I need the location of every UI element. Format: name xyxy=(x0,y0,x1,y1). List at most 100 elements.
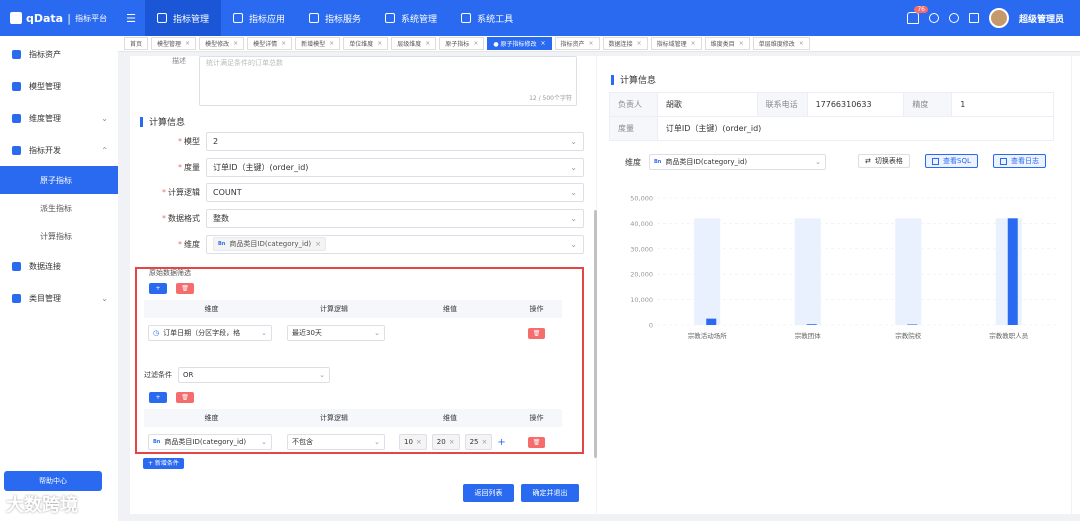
sidebar-item-datasource[interactable]: 数据连接 xyxy=(0,250,118,282)
search-icon[interactable] xyxy=(948,13,959,23)
close-icon[interactable]: × xyxy=(425,40,430,47)
tab[interactable]: 单层维度修改 × xyxy=(752,37,810,50)
op-select[interactable]: OR ⌄ xyxy=(178,367,330,383)
close-icon[interactable]: × xyxy=(541,40,546,47)
tab-label: 模型详情 xyxy=(253,41,278,48)
y-tick-label: 50,000 xyxy=(630,195,653,203)
sidebar-item-category[interactable]: 类目管理 ⌄ xyxy=(0,282,118,314)
tab[interactable]: 维度类目 × xyxy=(704,37,750,50)
close-icon[interactable]: × xyxy=(233,40,238,47)
menu-toggle-icon[interactable]: ☰ xyxy=(117,12,145,25)
tab[interactable]: 模型管理 × xyxy=(151,37,197,50)
switch-table-button[interactable]: ⇄ 切换表格 xyxy=(858,154,910,168)
help-center-button[interactable]: 帮助中心 xyxy=(4,471,102,491)
topnav-system-mgmt[interactable]: 系统管理 xyxy=(373,0,449,36)
y-tick-label: 10,000 xyxy=(630,296,653,304)
tab-label: 原子指标 xyxy=(445,41,470,48)
chevron-down-icon: ⌄ xyxy=(570,136,577,146)
desc-label: 描述 xyxy=(172,57,186,65)
chevron-down-icon: ⌄ xyxy=(101,113,108,123)
topnav-indicator-mgmt[interactable]: 指标管理 xyxy=(145,0,222,36)
add-group-button-2[interactable]: + xyxy=(149,392,167,403)
topnav-indicator-app[interactable]: 指标应用 xyxy=(221,0,297,36)
tab[interactable]: 指标域管理 × xyxy=(650,37,702,50)
topnav-label: 系统工具 xyxy=(477,14,514,25)
view-log-button[interactable]: 查看日志 xyxy=(993,154,1046,168)
close-icon[interactable]: × xyxy=(799,40,804,47)
row-logic-select[interactable]: 最近30天 ⌄ xyxy=(287,325,385,341)
tab[interactable]: 模型详情 × xyxy=(247,37,293,50)
username[interactable]: 超级管理员 xyxy=(1019,12,1064,25)
chevron-down-icon: ⌄ xyxy=(570,213,577,223)
close-icon[interactable]: × xyxy=(185,40,190,47)
row-dimension-select[interactable]: ◷ 订单日期（分区字段，格 ⌄ xyxy=(148,325,272,341)
tab[interactable]: 首页 xyxy=(124,37,149,50)
close-icon[interactable]: × xyxy=(691,40,696,47)
fullscreen-icon[interactable] xyxy=(968,13,979,23)
chevron-down-icon: ⌄ xyxy=(570,162,577,172)
logo[interactable]: qData | 指标平台 xyxy=(0,12,117,25)
tab[interactable]: ● 原子指标修改 × xyxy=(487,37,552,50)
topnav-system-tools[interactable]: 系统工具 xyxy=(449,0,525,36)
confirm-exit-button[interactable]: 确定并退出 xyxy=(521,484,579,502)
view-sql-button[interactable]: 查看SQL xyxy=(925,154,978,168)
desc-textarea[interactable]: 统计满足条件的订单总数 12 / 500个字符 xyxy=(199,56,577,106)
close-icon[interactable]: × xyxy=(589,40,594,47)
topnav-indicator-service[interactable]: 指标服务 xyxy=(297,0,373,36)
tab-label: ● 原子指标修改 xyxy=(493,41,537,48)
sidebar-subitem-computed[interactable]: 计算指标 xyxy=(0,222,118,250)
avatar[interactable] xyxy=(988,8,1009,28)
dimension-select[interactable]: Bn 商品类目ID(category_id) × ⌄ xyxy=(206,234,584,254)
tab[interactable]: 数据连接 × xyxy=(602,37,648,50)
raw-data-filter-box: 原始数据筛选 + 🗑 维度 计算逻辑 维值 操作 ◷ 订单日期（分区字段，格 ⌄ 最… xyxy=(135,267,584,454)
page-scrollbar[interactable] xyxy=(1072,56,1080,514)
info-value: 胡歌 xyxy=(657,93,758,117)
close-icon[interactable]: × xyxy=(281,40,286,47)
tab[interactable]: 原子指标 × xyxy=(439,37,485,50)
tab[interactable]: 层级维度 × xyxy=(391,37,437,50)
close-icon[interactable]: × xyxy=(739,40,744,47)
delete-row-button[interactable]: 🗑 xyxy=(528,327,545,339)
row-dimension-select[interactable]: Bn 商品类目ID(category_id) ⌄ xyxy=(148,434,272,450)
field-dimension: * 维度 Bn 商品类目ID(category_id) × ⌄ xyxy=(130,234,596,254)
back-to-list-button[interactable]: 返回列表 xyxy=(463,484,514,502)
delete-group-button-2[interactable]: 🗑 xyxy=(176,392,194,403)
tabs-bar: 首页 模型管理 × 模型修改 × 模型详情 × 新增模型 × 单位维度 × 层级维度 × 原子指标 × ● 原… xyxy=(118,36,1080,52)
tab[interactable]: 单位维度 × xyxy=(343,37,389,50)
close-icon[interactable]: × xyxy=(329,40,334,47)
format-select[interactable]: 整数 ⌄ xyxy=(206,208,584,228)
field-model: * 模型 2 ⌄ xyxy=(130,131,596,151)
close-icon[interactable]: × xyxy=(416,438,422,446)
tab-label: 层级维度 xyxy=(397,41,422,48)
close-icon[interactable]: × xyxy=(482,438,488,446)
tab[interactable]: 模型修改 × xyxy=(199,37,245,50)
close-icon[interactable]: × xyxy=(315,240,321,248)
add-group-button[interactable]: + xyxy=(149,283,167,294)
tab[interactable]: 指标资产 × xyxy=(554,37,600,50)
delete-row-button[interactable]: 🗑 xyxy=(528,436,545,448)
tab[interactable]: 新增模型 × xyxy=(295,37,341,50)
sidebar-item-dimension[interactable]: 维度管理 ⌄ xyxy=(0,102,118,134)
model-select[interactable]: 2 ⌄ xyxy=(206,131,584,151)
delete-group-button[interactable]: 🗑 xyxy=(176,283,194,294)
sidebar-item-model[interactable]: 模型管理 xyxy=(0,70,118,102)
close-icon[interactable]: × xyxy=(377,40,382,47)
filter-op-row: 过滤条件 OR ⌄ xyxy=(144,367,330,383)
add-value-icon[interactable]: + xyxy=(497,437,505,448)
sidebar-item-assets[interactable]: 指标资产 xyxy=(0,38,118,70)
sidebar-item-dev[interactable]: 指标开发 ⌃ xyxy=(0,134,118,166)
close-icon[interactable]: × xyxy=(449,438,455,446)
info-value: 订单ID（主键）(order_id) xyxy=(657,117,1054,141)
close-icon[interactable]: × xyxy=(473,40,478,47)
row-logic-select[interactable]: 不包含 ⌄ xyxy=(287,434,385,450)
chart-dim-row: 维度 Bn 商品类目ID(category_id) ⌄ xyxy=(625,154,826,170)
sidebar-subitem-atomic[interactable]: 原子指标 xyxy=(0,166,118,194)
logic-select[interactable]: COUNT ⌄ xyxy=(206,182,584,202)
chart-dim-select[interactable]: Bn 商品类目ID(category_id) ⌄ xyxy=(649,154,826,170)
add-condition-button[interactable]: + 新增条件 xyxy=(143,458,184,469)
sidebar-subitem-derived[interactable]: 派生指标 xyxy=(0,194,118,222)
refresh-icon[interactable] xyxy=(928,13,939,23)
bell-icon[interactable]: 76 xyxy=(906,6,928,24)
close-icon[interactable]: × xyxy=(637,40,642,47)
measure-select[interactable]: 订单ID（主键）(order_id) ⌄ xyxy=(206,157,584,177)
